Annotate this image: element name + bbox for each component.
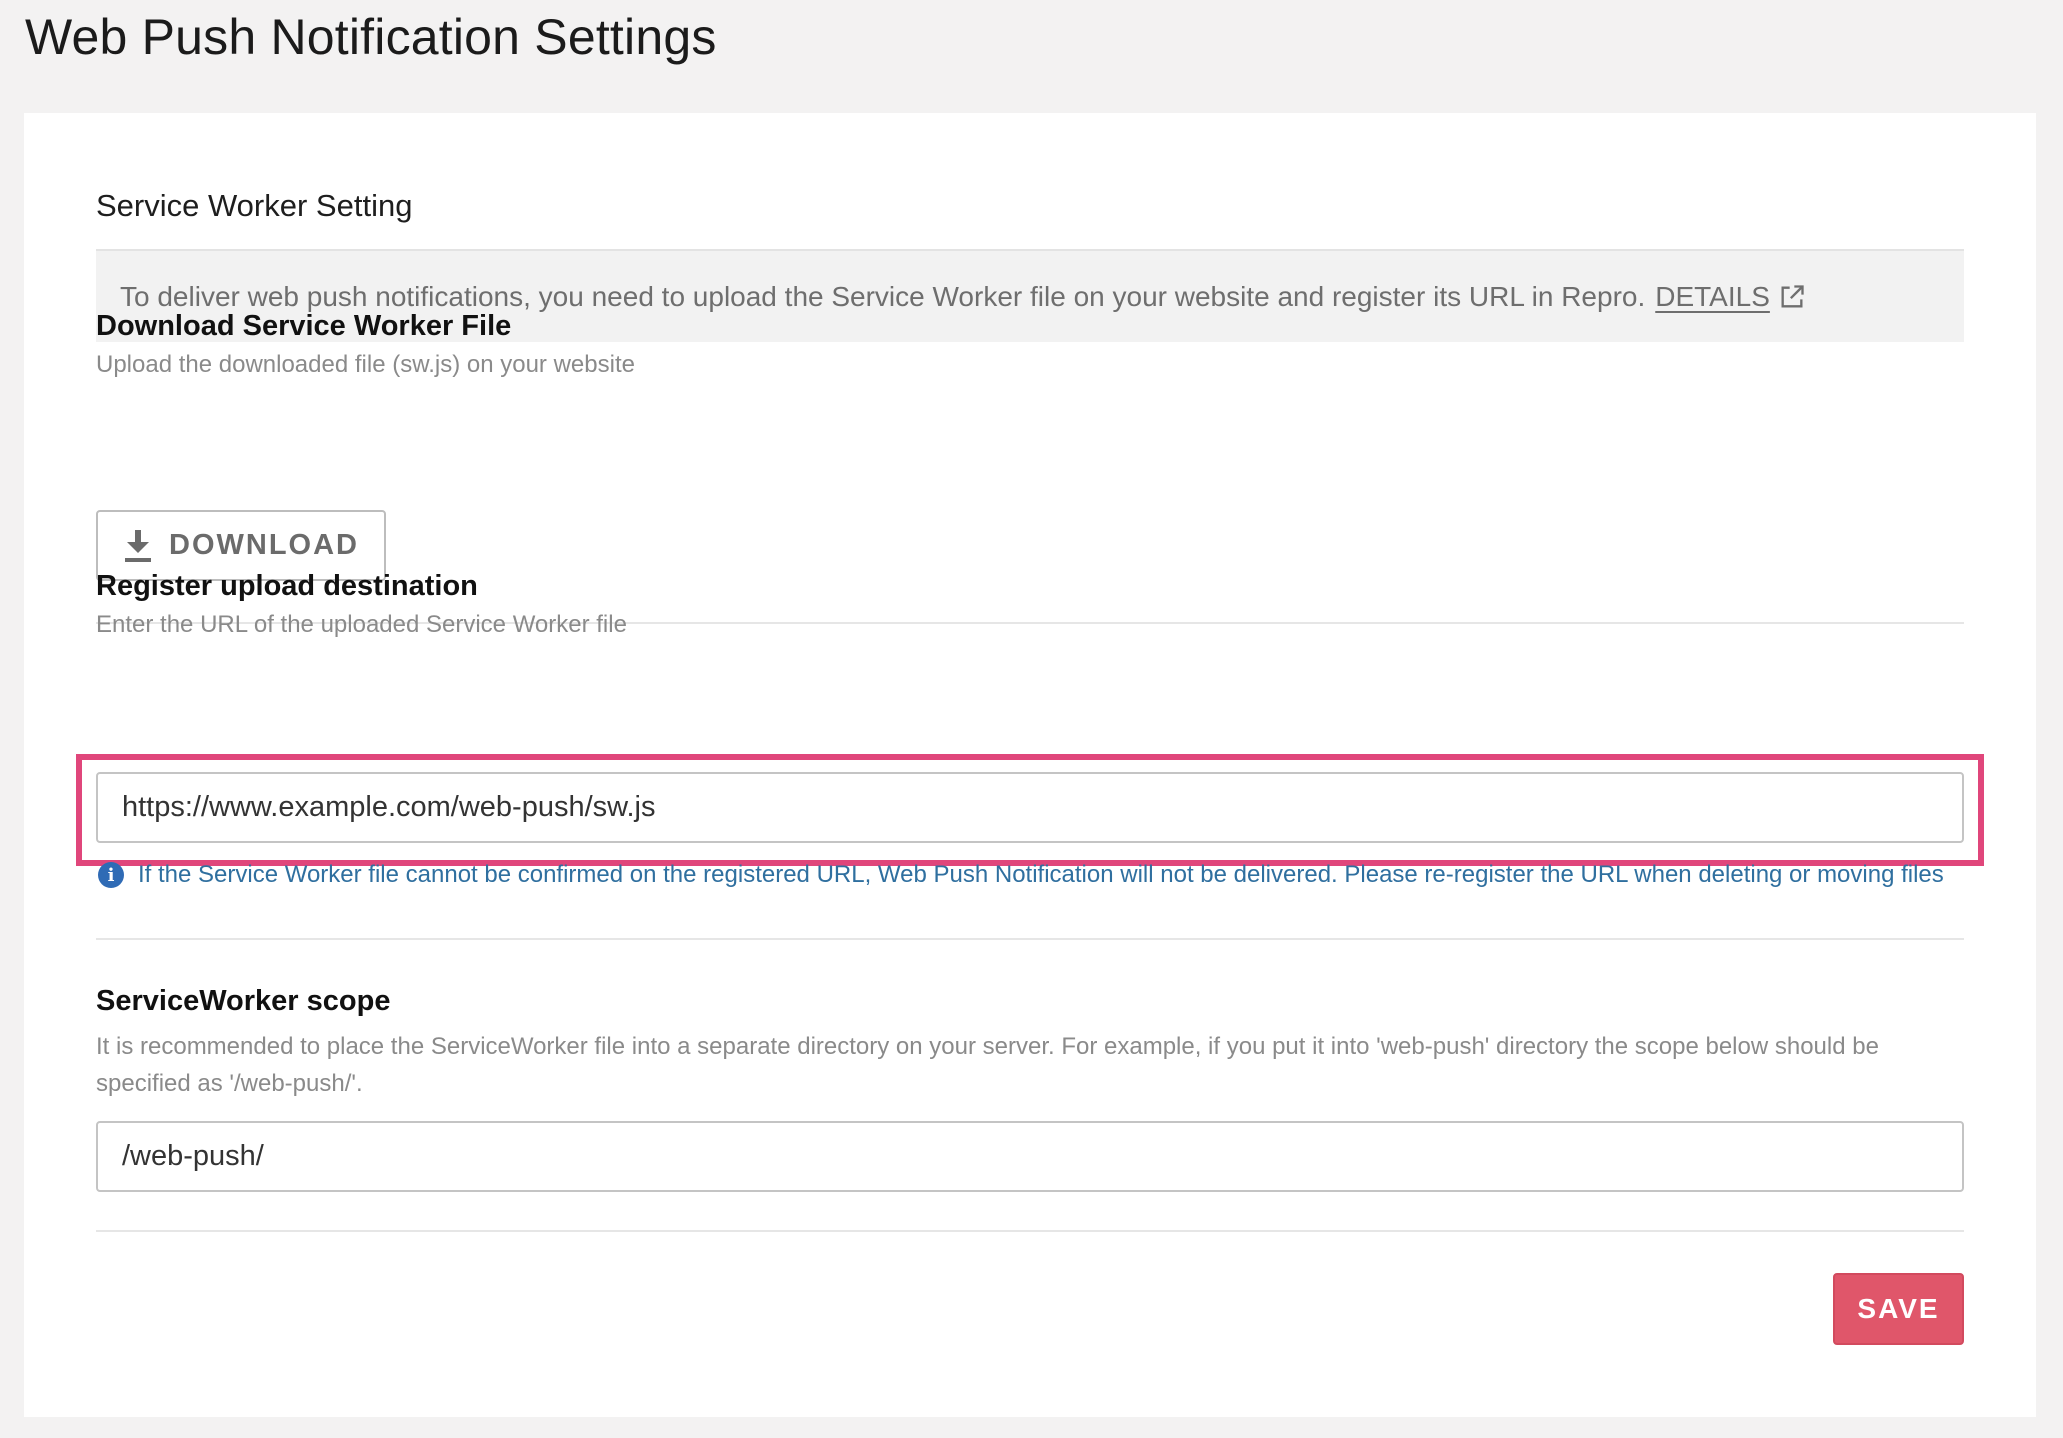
register-notice-text: If the Service Worker file cannot be con… <box>138 861 1944 888</box>
info-icon: i <box>98 862 124 888</box>
details-link-label: DETAILS <box>1655 280 1770 312</box>
info-text: To deliver web push notifications, you n… <box>120 280 1646 312</box>
download-button-label: DOWNLOAD <box>169 529 359 561</box>
service-worker-url-input[interactable] <box>96 772 1964 843</box>
page-title: Web Push Notification Settings <box>25 9 717 65</box>
section-divider <box>96 1230 1964 1232</box>
scope-title: ServiceWorker scope <box>96 985 391 1017</box>
scope-description: It is recommended to place the ServiceWo… <box>96 1033 1879 1097</box>
download-icon <box>125 529 151 562</box>
details-link[interactable]: DETAILS <box>1655 281 1806 313</box>
download-title: Download Service Worker File <box>96 310 512 342</box>
save-button[interactable]: SAVE <box>1833 1273 1964 1345</box>
settings-card: Service Worker Setting To deliver web pu… <box>24 113 2036 1417</box>
section-divider <box>96 938 1964 940</box>
register-notice: i If the Service Worker file cannot be c… <box>98 861 1944 889</box>
download-description: Upload the downloaded file (sw.js) on yo… <box>96 351 635 378</box>
register-title: Register upload destination <box>96 570 478 602</box>
register-description: Enter the URL of the uploaded Service Wo… <box>96 611 627 638</box>
scope-input[interactable] <box>96 1121 1964 1192</box>
service-worker-heading: Service Worker Setting <box>96 188 413 223</box>
external-link-icon <box>1781 284 1804 307</box>
